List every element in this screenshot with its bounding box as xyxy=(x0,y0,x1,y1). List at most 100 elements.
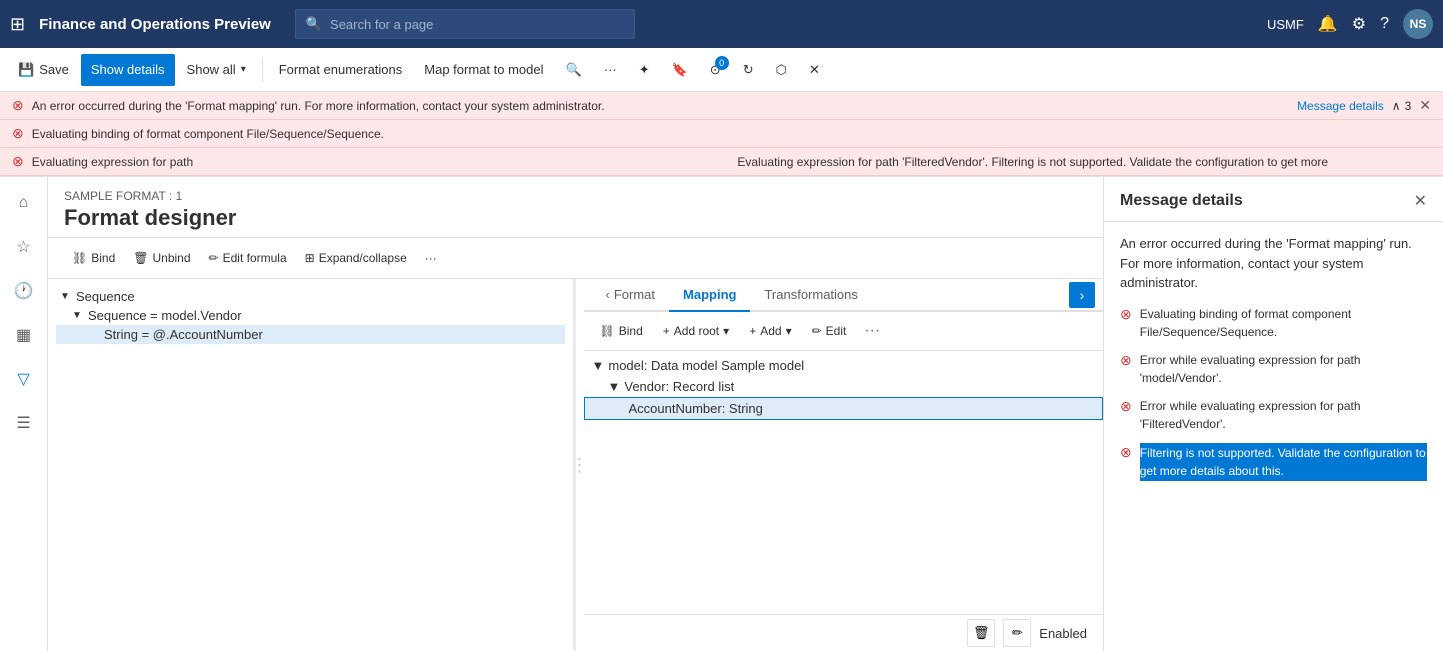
search-toolbar-button[interactable]: 🔍 xyxy=(556,54,592,86)
edit-bottom-button[interactable]: ✏ xyxy=(1003,619,1031,647)
sequence-model-arrow: ▼ xyxy=(72,310,84,321)
show-all-button[interactable]: Show all ▾ xyxy=(177,54,256,86)
error-text-2: Evaluating binding of format component F… xyxy=(32,127,1431,141)
expand-collapse-button[interactable]: ⊞ Expand/collapse xyxy=(297,244,415,272)
message-panel-body: An error occurred during the 'Format map… xyxy=(1104,222,1443,651)
message-error-2: ⊗ Error while evaluating expression for … xyxy=(1120,351,1427,387)
notification-icon[interactable]: 🔔 xyxy=(1318,14,1338,34)
add-chevron: ▾ xyxy=(786,324,792,338)
right-more-button[interactable]: ··· xyxy=(858,318,886,344)
message-panel: Message details ✕ An error occurred duri… xyxy=(1103,177,1443,651)
add-button[interactable]: + Add ▾ xyxy=(741,318,799,344)
error-row-2: ⊗ Evaluating binding of format component… xyxy=(0,120,1443,148)
error-counter: ∧ 3 xyxy=(1392,99,1411,113)
msg-error-icon-1: ⊗ xyxy=(1120,306,1132,323)
show-all-chevron: ▾ xyxy=(241,64,246,75)
add-icon: + xyxy=(749,324,756,338)
save-button[interactable]: 💾 Save xyxy=(8,54,79,86)
add-root-button[interactable]: + Add root ▾ xyxy=(655,318,737,344)
left-sidebar: ⌂ ☆ 🕐 ▦ ▽ ☰ xyxy=(0,177,48,651)
edit-formula-button[interactable]: ✏ Edit formula xyxy=(201,244,295,272)
open-button[interactable]: ⬡ xyxy=(766,54,797,86)
msg-error-icon-2: ⊗ xyxy=(1120,352,1132,369)
message-intro-text: An error occurred during the 'Format map… xyxy=(1120,234,1427,293)
tab-format[interactable]: ‹ Format xyxy=(592,279,670,312)
main-toolbar: 💾 Save Show details Show all ▾ Format en… xyxy=(0,48,1443,92)
right-tree-content: ▼ model: Data model Sample model ▼ Vendo… xyxy=(584,351,1104,614)
designer-toolbar: ⛓ Bind 🗑 Unbind ✏ Edit formula ⊞ Expand/… xyxy=(48,238,1103,279)
counter-up[interactable]: ∧ xyxy=(1392,99,1401,113)
panel-divider[interactable]: ⋮ xyxy=(576,279,584,651)
errors-panel: ⊗ An error occurred during the 'Format m… xyxy=(0,92,1443,177)
tab-mapping[interactable]: Mapping xyxy=(669,279,750,312)
bottom-bar: 🗑 ✏ Enabled xyxy=(584,614,1104,651)
settings-icon[interactable]: ⚙ xyxy=(1352,14,1366,34)
format-enumerations-button[interactable]: Format enumerations xyxy=(269,54,413,86)
refresh-button[interactable]: ↻ xyxy=(733,54,764,86)
account-number-label: AccountNumber: String xyxy=(629,401,763,416)
map-format-button[interactable]: Map format to model xyxy=(414,54,553,86)
help-icon[interactable]: ? xyxy=(1380,15,1389,33)
tab-transformations[interactable]: Transformations xyxy=(750,279,871,312)
main-content: ⌂ ☆ 🕐 ▦ ▽ ☰ SAMPLE FORMAT : 1 Format des… xyxy=(0,177,1443,651)
add-root-chevron: ▾ xyxy=(723,324,729,338)
sidebar-filter-icon[interactable]: ▽ xyxy=(6,361,42,397)
view-button[interactable]: ✦ xyxy=(629,54,660,86)
bind-button[interactable]: ⛓ Bind xyxy=(64,244,123,272)
show-details-button[interactable]: Show details xyxy=(81,54,175,86)
vendor-label: Vendor: Record list xyxy=(624,379,734,394)
model-label: model: Data model Sample model xyxy=(608,358,804,373)
edit-icon-right: ✏ xyxy=(812,324,822,338)
error-close-1[interactable]: ✕ xyxy=(1419,97,1431,114)
designer-more-button[interactable]: ··· xyxy=(417,244,445,272)
msg-error-text-4: Filtering is not supported. Validate the… xyxy=(1140,443,1427,481)
error-icon-1: ⊗ xyxy=(12,97,24,114)
right-bind-button[interactable]: ⛓ Bind xyxy=(592,318,651,344)
error-row-3: ⊗ Evaluating expression for path Evaluat… xyxy=(0,148,1443,176)
grid-icon[interactable]: ⊞ xyxy=(10,14,25,35)
sequence-label: Sequence xyxy=(76,289,135,304)
add-root-icon: + xyxy=(663,324,670,338)
tab-next-button[interactable]: › xyxy=(1069,282,1095,308)
avatar[interactable]: NS xyxy=(1403,9,1433,39)
right-tree-vendor[interactable]: ▼ Vendor: Record list xyxy=(584,376,1104,397)
vendor-arrow: ▼ xyxy=(608,379,621,394)
save-icon: 💾 xyxy=(18,62,34,78)
msg-error-icon-3: ⊗ xyxy=(1120,398,1132,415)
msg-error-text-1: Evaluating binding of format component F… xyxy=(1140,305,1427,341)
right-tree-model[interactable]: ▼ model: Data model Sample model xyxy=(584,355,1104,376)
error-text-1: An error occurred during the 'Format map… xyxy=(32,99,1289,113)
tree-sequence-model[interactable]: ▼ Sequence = model.Vendor xyxy=(56,306,565,325)
right-tree-account-number[interactable]: AccountNumber: String xyxy=(584,397,1104,420)
left-tree-panel: ▼ Sequence ▼ Sequence = model.Vendor Str… xyxy=(48,279,576,651)
sidebar-clock-icon[interactable]: 🕐 xyxy=(6,273,42,309)
string-account-label: String = @.AccountNumber xyxy=(104,327,263,342)
edit-button[interactable]: ✏ Edit xyxy=(804,318,855,344)
sidebar-star-icon[interactable]: ☆ xyxy=(6,229,42,265)
close-toolbar-button[interactable]: ✕ xyxy=(799,54,830,86)
msg-error-text-2: Error while evaluating expression for pa… xyxy=(1140,351,1427,387)
sidebar-home-icon[interactable]: ⌂ xyxy=(6,185,42,221)
unbind-button[interactable]: 🗑 Unbind xyxy=(125,244,198,272)
message-panel-title: Message details xyxy=(1120,192,1243,210)
tree-sequence-root[interactable]: ▼ Sequence xyxy=(56,287,565,306)
msg-error-icon-4: ⊗ xyxy=(1120,444,1132,461)
toolbar-search-icon: 🔍 xyxy=(566,62,582,78)
bookmark-button[interactable]: 🔖 xyxy=(662,54,698,86)
search-box[interactable]: 🔍 Search for a page xyxy=(295,9,635,39)
sidebar-list-icon[interactable]: ☰ xyxy=(6,405,42,441)
sidebar-table-icon[interactable]: ▦ xyxy=(6,317,42,353)
message-details-link[interactable]: Message details xyxy=(1297,99,1384,113)
badge-button[interactable]: ⊙ 0 xyxy=(700,54,731,86)
badge-count: 0 xyxy=(715,56,729,70)
more-options-button[interactable]: ··· xyxy=(594,54,627,86)
message-error-4: ⊗ Filtering is not supported. Validate t… xyxy=(1120,443,1427,481)
delete-button[interactable]: 🗑 xyxy=(967,619,995,647)
message-close-button[interactable]: ✕ xyxy=(1414,191,1427,211)
error-row-1: ⊗ An error occurred during the 'Format m… xyxy=(0,92,1443,120)
tree-string-account[interactable]: String = @.AccountNumber xyxy=(56,325,565,344)
app-title: Finance and Operations Preview xyxy=(39,16,271,33)
split-panels: ▼ Sequence ▼ Sequence = model.Vendor Str… xyxy=(48,279,1103,651)
search-icon: 🔍 xyxy=(306,16,322,32)
nav-right: USMF 🔔 ⚙ ? NS xyxy=(1267,9,1433,39)
